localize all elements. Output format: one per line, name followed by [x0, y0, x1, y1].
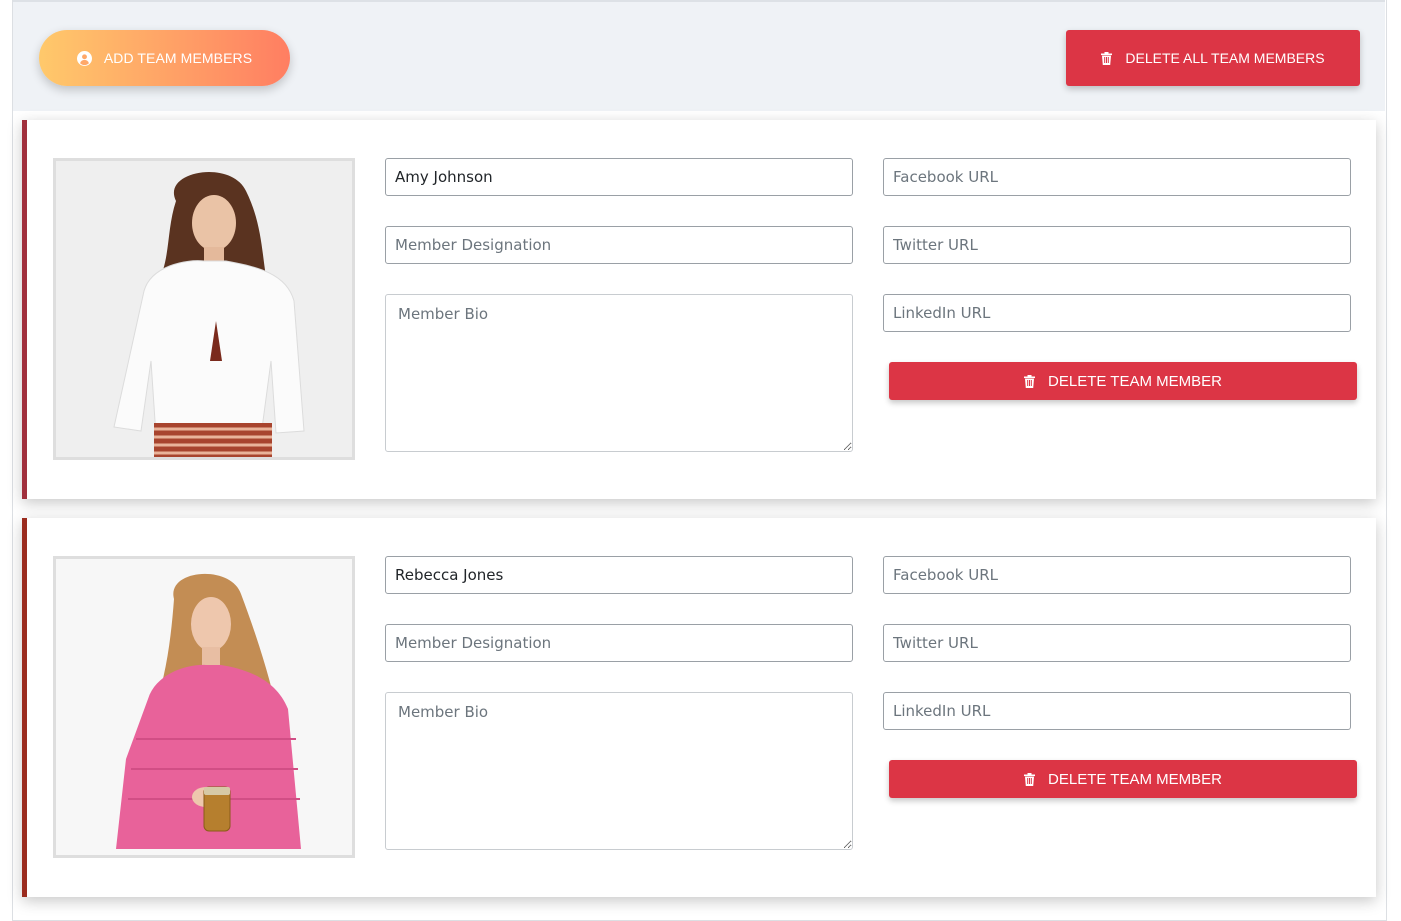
team-member-card: DELETE TEAM MEMBER	[22, 518, 1376, 897]
facebook-url-input[interactable]	[883, 556, 1351, 594]
toolbar: ADD TEAM MEMBERS DELETE ALL TEAM MEMBERS	[13, 0, 1385, 111]
member-photo[interactable]	[53, 158, 355, 460]
member-name-input[interactable]	[385, 556, 853, 594]
twitter-url-input[interactable]	[883, 226, 1351, 264]
trash-icon	[1024, 772, 1036, 786]
member-photo-image	[56, 161, 352, 457]
user-circle-icon	[76, 50, 92, 66]
member-bio-textarea[interactable]	[385, 692, 853, 850]
facebook-url-input[interactable]	[883, 158, 1351, 196]
linkedin-url-input[interactable]	[883, 294, 1351, 332]
member-designation-input[interactable]	[385, 624, 853, 662]
member-bio-textarea[interactable]	[385, 294, 853, 452]
member-designation-input[interactable]	[385, 226, 853, 264]
team-member-card: DELETE TEAM MEMBER	[22, 120, 1376, 499]
add-team-members-button[interactable]: ADD TEAM MEMBERS	[39, 30, 290, 86]
delete-all-team-members-label: DELETE ALL TEAM MEMBERS	[1125, 50, 1325, 66]
member-photo[interactable]	[53, 556, 355, 858]
delete-all-team-members-button[interactable]: DELETE ALL TEAM MEMBERS	[1066, 30, 1360, 86]
delete-team-member-label: DELETE TEAM MEMBER	[1048, 372, 1222, 390]
twitter-url-input[interactable]	[883, 624, 1351, 662]
trash-icon	[1101, 51, 1113, 65]
linkedin-url-input[interactable]	[883, 692, 1351, 730]
delete-team-member-label: DELETE TEAM MEMBER	[1048, 770, 1222, 788]
delete-team-member-button[interactable]: DELETE TEAM MEMBER	[889, 362, 1357, 400]
trash-icon	[1024, 374, 1036, 388]
delete-team-member-button[interactable]: DELETE TEAM MEMBER	[889, 760, 1357, 798]
add-team-members-label: ADD TEAM MEMBERS	[103, 50, 253, 66]
member-photo-image	[56, 559, 352, 855]
member-name-input[interactable]	[385, 158, 853, 196]
